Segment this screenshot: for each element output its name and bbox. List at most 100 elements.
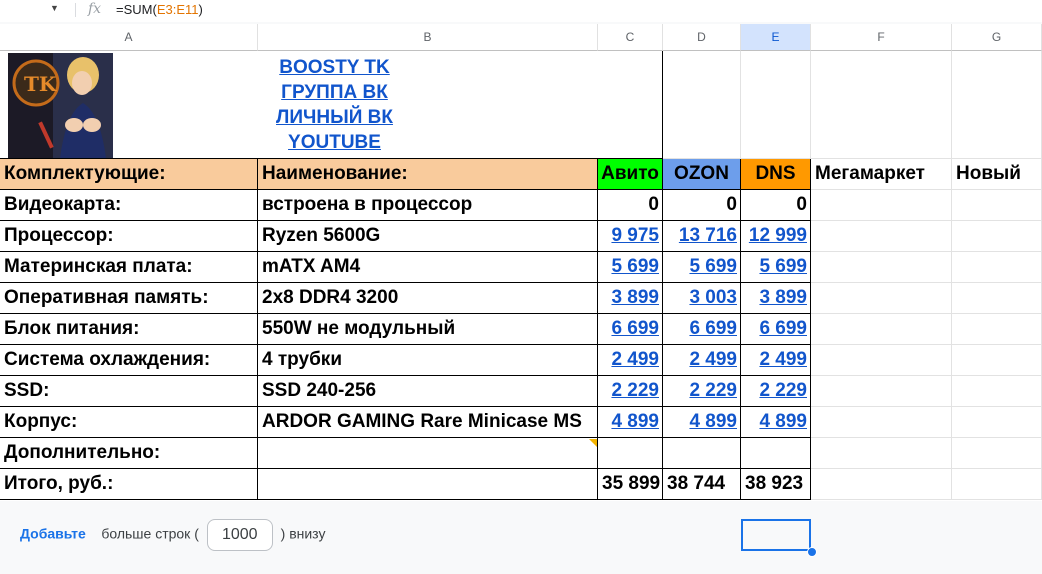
total-empty[interactable]	[258, 469, 598, 500]
total-dns[interactable]: 38 923	[741, 469, 811, 500]
total-ozon[interactable]: 38 744	[663, 469, 741, 500]
component-name[interactable]: SSD 240-256	[258, 376, 598, 407]
sheet-grid: TK BOOSTY TK ГРУППА ВК ЛИЧНЫЙ ВК YOUTUBE…	[0, 51, 1042, 557]
empty-cell[interactable]	[811, 407, 952, 438]
fx-icon: fx	[88, 1, 102, 17]
header-components[interactable]: Комплектующие:	[0, 159, 258, 190]
component-name[interactable]: ARDOR GAMING Rare Minicase MS	[258, 407, 598, 438]
price-ozon[interactable]: 5 699	[663, 252, 741, 283]
component-name[interactable]	[258, 438, 598, 469]
header-megamarket[interactable]: Мегамаркет	[811, 159, 952, 190]
price-dns[interactable]	[741, 438, 811, 469]
total-label[interactable]: Итого, руб.:	[0, 469, 258, 500]
component-label[interactable]: SSD:	[0, 376, 258, 407]
header-avito[interactable]: Авито	[598, 159, 663, 190]
column-header-g[interactable]: G	[952, 24, 1042, 51]
price-dns[interactable]: 0	[741, 190, 811, 221]
component-label[interactable]: Видеокарта:	[0, 190, 258, 221]
price-dns[interactable]: 2 499	[741, 345, 811, 376]
component-label[interactable]: Процессор:	[0, 221, 258, 252]
empty-cell[interactable]	[811, 283, 952, 314]
chevron-down-icon[interactable]: ▼	[50, 3, 59, 13]
component-label[interactable]: Дополнительно:	[0, 438, 258, 469]
price-dns[interactable]: 2 229	[741, 376, 811, 407]
empty-cell[interactable]	[811, 345, 952, 376]
empty-cell[interactable]	[952, 252, 1042, 283]
empty-cell[interactable]	[952, 314, 1042, 345]
component-name[interactable]: mATX AM4	[258, 252, 598, 283]
empty-cell[interactable]	[811, 314, 952, 345]
component-name[interactable]: Ryzen 5600G	[258, 221, 598, 252]
component-label[interactable]: Блок питания:	[0, 314, 258, 345]
empty-cell[interactable]	[952, 407, 1042, 438]
price-avito[interactable]	[598, 438, 663, 469]
cell-e1[interactable]	[741, 51, 811, 159]
price-ozon[interactable]: 6 699	[663, 314, 741, 345]
column-header-e[interactable]: E	[741, 24, 811, 51]
empty-cell[interactable]	[811, 469, 952, 500]
price-avito[interactable]: 9 975	[598, 221, 663, 252]
column-header-d[interactable]: D	[663, 24, 741, 51]
empty-cell[interactable]	[952, 345, 1042, 376]
price-avito[interactable]: 5 699	[598, 252, 663, 283]
comment-marker-icon	[589, 439, 597, 447]
below-label: ) внизу	[280, 525, 326, 542]
price-avito[interactable]: 2 229	[598, 376, 663, 407]
price-ozon[interactable]: 3 003	[663, 283, 741, 314]
component-label[interactable]: Система охлаждения:	[0, 345, 258, 376]
header-name[interactable]: Наименование:	[258, 159, 598, 190]
fill-handle[interactable]	[807, 547, 817, 557]
header-ozon[interactable]: OZON	[663, 159, 741, 190]
empty-cell[interactable]	[811, 376, 952, 407]
price-ozon[interactable]: 2 499	[663, 345, 741, 376]
empty-cell[interactable]	[811, 221, 952, 252]
price-dns[interactable]: 3 899	[741, 283, 811, 314]
cell-f1[interactable]	[811, 51, 952, 159]
total-avito[interactable]: 35 899	[598, 469, 663, 500]
empty-cell[interactable]	[811, 252, 952, 283]
header-new[interactable]: Новый	[952, 159, 1042, 190]
rows-count-input[interactable]: 1000	[206, 519, 273, 551]
price-avito[interactable]: 2 499	[598, 345, 663, 376]
component-name[interactable]: 4 трубки	[258, 345, 598, 376]
price-ozon[interactable]: 4 899	[663, 407, 741, 438]
column-header-c[interactable]: C	[598, 24, 663, 51]
empty-cell[interactable]	[811, 438, 952, 469]
empty-cell[interactable]	[952, 190, 1042, 221]
price-ozon[interactable]: 2 229	[663, 376, 741, 407]
formula-input[interactable]: =SUM(E3:E11)	[116, 2, 203, 17]
component-name[interactable]: 2x8 DDR4 3200	[258, 283, 598, 314]
add-rows-button[interactable]: Добавьте	[20, 526, 86, 542]
price-dns[interactable]: 6 699	[741, 314, 811, 345]
price-avito[interactable]: 4 899	[598, 407, 663, 438]
price-ozon[interactable]	[663, 438, 741, 469]
header-dns[interactable]: DNS	[741, 159, 811, 190]
component-label[interactable]: Корпус:	[0, 407, 258, 438]
price-dns[interactable]: 4 899	[741, 407, 811, 438]
cell-g1[interactable]	[952, 51, 1042, 159]
header-block-cell[interactable]	[0, 51, 663, 159]
empty-cell[interactable]	[952, 376, 1042, 407]
empty-cell[interactable]	[952, 469, 1042, 500]
cell-d1[interactable]	[663, 51, 741, 159]
price-dns[interactable]: 5 699	[741, 252, 811, 283]
component-label[interactable]: Материнская плата:	[0, 252, 258, 283]
price-avito[interactable]: 3 899	[598, 283, 663, 314]
component-name[interactable]: 550W не модульный	[258, 314, 598, 345]
empty-cell[interactable]	[952, 283, 1042, 314]
empty-cell[interactable]	[811, 190, 952, 221]
more-rows-label: больше строк (	[101, 525, 199, 542]
price-avito[interactable]: 0	[598, 190, 663, 221]
price-avito[interactable]: 6 699	[598, 314, 663, 345]
column-header-f[interactable]: F	[811, 24, 952, 51]
column-header-b[interactable]: B	[258, 24, 598, 51]
component-label[interactable]: Оперативная память:	[0, 283, 258, 314]
empty-cell[interactable]	[952, 438, 1042, 469]
divider	[75, 3, 76, 17]
component-name[interactable]: встроена в процессор	[258, 190, 598, 221]
price-ozon[interactable]: 0	[663, 190, 741, 221]
price-ozon[interactable]: 13 716	[663, 221, 741, 252]
price-dns[interactable]: 12 999	[741, 221, 811, 252]
column-header-a[interactable]: A	[0, 24, 258, 51]
empty-cell[interactable]	[952, 221, 1042, 252]
